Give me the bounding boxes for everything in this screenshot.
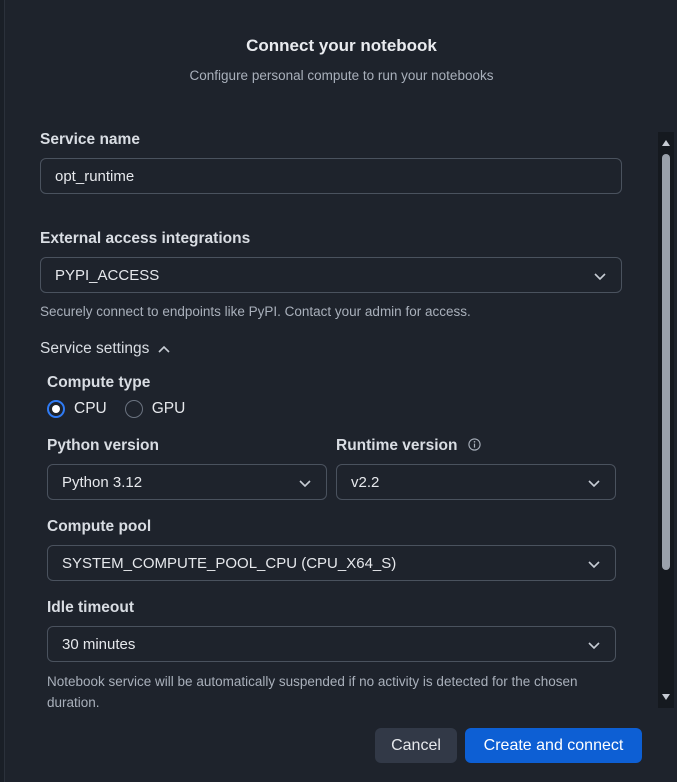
radio-unselected-icon xyxy=(124,400,143,418)
chevron-down-icon xyxy=(588,642,600,650)
runtime-version-label: Runtime version xyxy=(336,437,458,454)
dialog-title: Connect your notebook xyxy=(246,36,437,55)
connect-notebook-dialog: Connect your notebook Configure personal… xyxy=(4,0,677,782)
service-settings-label: Service settings xyxy=(40,340,150,357)
python-version-select[interactable]: Python 3.12 xyxy=(47,464,327,500)
cancel-button[interactable]: Cancel xyxy=(375,728,457,763)
external-access-help: Securely connect to endpoints like PyPI.… xyxy=(40,304,471,319)
scroll-down-arrow-icon[interactable] xyxy=(662,694,670,700)
service-settings-toggle[interactable]: Service settings xyxy=(40,340,171,358)
chevron-up-icon xyxy=(158,345,170,353)
python-version-label: Python version xyxy=(47,437,159,454)
compute-pool-label: Compute pool xyxy=(47,518,152,535)
compute-pool-value: SYSTEM_COMPUTE_POOL_CPU (CPU_X64_S) xyxy=(62,554,397,572)
create-and-connect-button[interactable]: Create and connect xyxy=(465,728,642,763)
service-name-input[interactable]: opt_runtime xyxy=(40,158,622,194)
chevron-down-icon xyxy=(588,480,600,488)
compute-type-cpu-radio[interactable]: CPU xyxy=(47,400,107,418)
external-access-select[interactable]: PYPI_ACCESS xyxy=(40,257,622,293)
compute-type-gpu-label: GPU xyxy=(151,400,186,417)
dialog-subtitle: Configure personal compute to run your n… xyxy=(189,68,494,83)
chevron-down-icon xyxy=(299,480,311,488)
radio-selected-icon xyxy=(47,400,65,418)
dialog-footer: Cancel Create and connect xyxy=(5,710,677,782)
chevron-down-icon xyxy=(588,561,600,569)
scroll-up-arrow-icon[interactable] xyxy=(662,140,670,146)
python-version-value: Python 3.12 xyxy=(62,473,143,491)
scrollbar-thumb[interactable] xyxy=(662,154,670,570)
idle-timeout-help: Notebook service will be automatically s… xyxy=(47,674,578,710)
dialog-body: Service name opt_runtime External access… xyxy=(5,126,677,710)
external-access-label: External access integrations xyxy=(40,230,251,247)
compute-type-cpu-label: CPU xyxy=(74,400,107,417)
service-name-label: Service name xyxy=(40,131,140,148)
dialog-scrollbar[interactable] xyxy=(658,132,674,708)
compute-type-radio-group: CPU GPU xyxy=(47,400,203,418)
service-name-value: opt_runtime xyxy=(55,167,135,185)
info-icon[interactable] xyxy=(468,438,481,451)
compute-type-label: Compute type xyxy=(47,374,151,391)
runtime-version-label-row: Runtime version xyxy=(336,437,481,455)
external-access-value: PYPI_ACCESS xyxy=(55,266,160,284)
idle-timeout-value: 30 minutes xyxy=(62,635,136,653)
chevron-down-icon xyxy=(594,273,606,281)
runtime-version-value: v2.2 xyxy=(351,473,380,491)
idle-timeout-label: Idle timeout xyxy=(47,599,134,616)
runtime-version-select[interactable]: v2.2 xyxy=(336,464,616,500)
idle-timeout-select[interactable]: 30 minutes xyxy=(47,626,616,662)
compute-pool-select[interactable]: SYSTEM_COMPUTE_POOL_CPU (CPU_X64_S) xyxy=(47,545,616,581)
compute-type-gpu-radio[interactable]: GPU xyxy=(124,400,186,418)
